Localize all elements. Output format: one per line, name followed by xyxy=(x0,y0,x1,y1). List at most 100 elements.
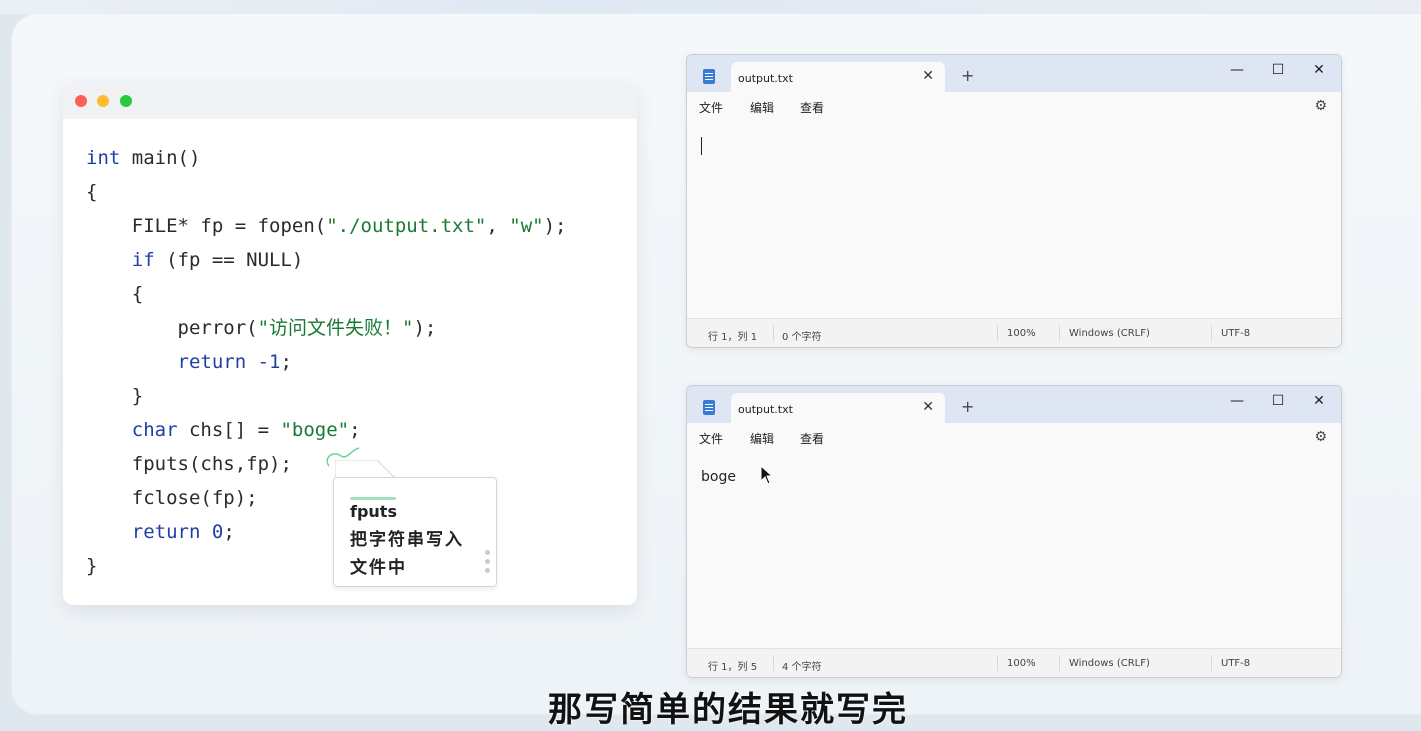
code-token: ; xyxy=(223,521,235,543)
text-caret xyxy=(701,137,702,155)
code-token: } xyxy=(86,555,98,577)
code-line: int main() xyxy=(86,141,566,175)
notepad-window-empty: output.txt ✕ + — ☐ ✕ 文件 编辑 查看 ⚙ 行 1，列 1 … xyxy=(686,54,1342,348)
function-tooltip: fputs 把字符串写入文件中 xyxy=(333,477,497,587)
close-dot-icon xyxy=(75,95,87,107)
code-line: if (fp == NULL) xyxy=(86,243,566,277)
code-window: int main() { FILE* fp = fopen("./output.t… xyxy=(63,84,637,605)
window-close-icon[interactable]: ✕ xyxy=(1307,393,1331,409)
tab-output-txt[interactable]: output.txt ✕ xyxy=(731,393,945,423)
code-token: chs[] = xyxy=(177,419,281,441)
code-token: 0 xyxy=(211,521,224,543)
code-token: , xyxy=(486,215,510,237)
notepad-tabbar: output.txt ✕ + — ☐ ✕ xyxy=(687,386,1341,423)
code-line: return -1; xyxy=(86,345,566,379)
tooltip-description: 把字符串写入文件中 xyxy=(350,530,464,578)
tab-output-txt[interactable]: output.txt ✕ xyxy=(731,62,945,92)
notepad-statusbar: 行 1，列 5 4 个字符 100% Windows (CRLF) UTF-8 xyxy=(687,648,1341,677)
notepad-menubar: 文件 编辑 查看 ⚙ xyxy=(687,92,1341,122)
maximize-icon[interactable]: ☐ xyxy=(1266,62,1290,78)
code-token: if xyxy=(131,249,155,271)
status-line-ending[interactable]: Windows (CRLF) xyxy=(1069,658,1150,669)
status-encoding[interactable]: UTF-8 xyxy=(1221,658,1250,669)
settings-gear-icon[interactable]: ⚙ xyxy=(1314,98,1327,114)
status-position: 行 1，列 1 xyxy=(708,332,758,343)
drag-handle-icon[interactable] xyxy=(485,550,491,577)
video-subtitle: 那写简单的结果就写完 xyxy=(548,690,908,730)
status-encoding[interactable]: UTF-8 xyxy=(1221,328,1250,339)
tooltip-accent-bar xyxy=(350,497,396,500)
code-line: { xyxy=(86,277,566,311)
code-token: } xyxy=(86,385,144,407)
code-token: (fp == NULL) xyxy=(154,249,304,271)
new-tab-icon[interactable]: + xyxy=(961,66,974,85)
editor-content: boge xyxy=(701,469,736,485)
status-zoom[interactable]: 100% xyxy=(1007,328,1036,339)
code-token: fclose(fp); xyxy=(86,487,258,509)
code-token: FILE* fp = fopen( xyxy=(86,215,327,237)
status-line-ending[interactable]: Windows (CRLF) xyxy=(1069,328,1150,339)
code-line: perror("访问文件失败！"); xyxy=(86,311,566,345)
code-token: { xyxy=(86,283,144,305)
code-token: "访问文件失败！" xyxy=(257,317,414,339)
code-line: } xyxy=(86,379,566,413)
code-token: "boge" xyxy=(280,419,350,441)
minimize-dot-icon xyxy=(97,95,109,107)
tab-close-icon[interactable]: ✕ xyxy=(922,399,934,415)
code-token: "./output.txt" xyxy=(326,215,487,237)
code-line: FILE* fp = fopen("./output.txt", "w"); xyxy=(86,209,567,243)
notepad-menubar: 文件 编辑 查看 ⚙ xyxy=(687,423,1341,453)
code-token: ); xyxy=(543,215,567,237)
code-line: char chs[] = "boge"; xyxy=(86,413,566,447)
tooltip-title: fputs xyxy=(350,502,397,521)
code-window-titlebar xyxy=(63,84,637,119)
notepad-tabbar: output.txt ✕ + — ☐ ✕ xyxy=(687,55,1341,92)
notepad-app-icon xyxy=(703,69,715,84)
mouse-pointer-icon xyxy=(760,465,774,485)
new-tab-icon[interactable]: + xyxy=(961,397,974,416)
settings-gear-icon[interactable]: ⚙ xyxy=(1314,429,1327,445)
notepad-app-icon xyxy=(703,400,715,415)
menu-edit[interactable]: 编辑 xyxy=(750,99,774,116)
code-token: "w" xyxy=(509,215,544,237)
menu-file[interactable]: 文件 xyxy=(699,99,723,116)
window-close-icon[interactable]: ✕ xyxy=(1307,62,1331,78)
notepad-editor[interactable]: boge xyxy=(687,453,1341,647)
code-token: ); xyxy=(413,317,437,339)
maximize-icon[interactable]: ☐ xyxy=(1266,393,1290,409)
code-token: ; xyxy=(349,419,361,441)
code-token: fputs(chs,fp); xyxy=(86,453,292,475)
notepad-editor[interactable] xyxy=(687,122,1341,317)
menu-view[interactable]: 查看 xyxy=(800,99,824,116)
code-token: { xyxy=(86,181,98,203)
top-glow-bar xyxy=(0,0,1421,14)
status-char-count: 4 个字符 xyxy=(782,662,822,673)
code-token: -1 xyxy=(257,351,281,373)
status-position: 行 1，列 5 xyxy=(708,662,758,673)
minimize-icon[interactable]: — xyxy=(1225,393,1249,409)
code-token: ; xyxy=(280,351,292,373)
notepad-statusbar: 行 1，列 1 0 个字符 100% Windows (CRLF) UTF-8 xyxy=(687,318,1341,347)
minimize-icon[interactable]: — xyxy=(1225,62,1249,78)
status-zoom[interactable]: 100% xyxy=(1007,658,1036,669)
code-token: char xyxy=(131,419,178,441)
code-token: main() xyxy=(120,147,201,169)
code-token: return xyxy=(131,521,201,543)
menu-view[interactable]: 查看 xyxy=(800,430,824,447)
tab-label: output.txt xyxy=(738,403,793,416)
code-line: { xyxy=(86,175,566,209)
notepad-window-written: output.txt ✕ + — ☐ ✕ 文件 编辑 查看 ⚙ boge 行 1… xyxy=(686,385,1342,678)
menu-edit[interactable]: 编辑 xyxy=(750,430,774,447)
status-char-count: 0 个字符 xyxy=(782,332,822,343)
code-token: return xyxy=(177,351,247,373)
tab-close-icon[interactable]: ✕ xyxy=(922,68,934,84)
maximize-dot-icon xyxy=(120,95,132,107)
menu-file[interactable]: 文件 xyxy=(699,430,723,447)
code-token: perror( xyxy=(86,317,258,339)
code-token: int xyxy=(86,147,121,169)
